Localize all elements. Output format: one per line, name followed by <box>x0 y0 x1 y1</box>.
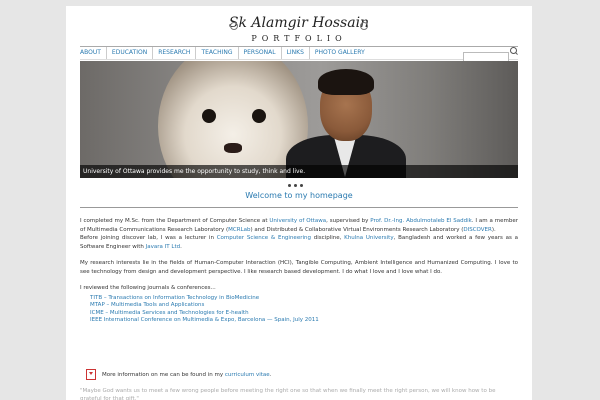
search-icon[interactable] <box>510 47 517 54</box>
journal-item[interactable]: ICME – Multimedia Services and Technolog… <box>90 310 518 318</box>
slide-caption: University of Ottawa provides me the opp… <box>80 165 518 178</box>
nav-item-photo-gallery[interactable]: PHOTO GALLERY <box>310 47 370 59</box>
text: Before joining discover lab, I was a lec… <box>80 235 217 241</box>
journal-item[interactable]: MTAP – Multimedia Tools and Applications <box>90 302 518 310</box>
cv-line: More information on me can be found in m… <box>86 369 271 380</box>
animal-nose <box>224 143 242 153</box>
page-container: Sk Alamgir Hossain PORTFOLIO ABOUT EDUCA… <box>66 6 532 400</box>
nav-item-about[interactable]: ABOUT <box>80 47 107 59</box>
text: discipline, <box>310 235 345 241</box>
site-brand[interactable]: Sk Alamgir Hossain PORTFOLIO <box>66 14 532 45</box>
slider-pagination <box>288 184 303 187</box>
link-mcrlab[interactable]: MCRLab <box>228 227 250 233</box>
text: , supervised by <box>326 218 371 224</box>
text: ). <box>491 226 496 233</box>
link-university-of-ottawa[interactable]: University of Ottawa <box>269 218 326 224</box>
nav-item-teaching[interactable]: TEACHING <box>196 47 239 59</box>
ornament-right-icon <box>360 22 368 30</box>
link-discover[interactable]: DISCOVER <box>463 227 491 233</box>
quote-text: "Maybe God wants us to meet a few wrong … <box>80 388 496 400</box>
intro-content: I completed my M.Sc. from the Department… <box>80 217 518 325</box>
site-title[interactable]: Sk Alamgir Hossain <box>66 14 532 32</box>
intro-paragraph-1: I completed my M.Sc. from the Department… <box>80 217 518 251</box>
nav-item-research[interactable]: RESEARCH <box>153 47 197 59</box>
link-javara[interactable]: Javara IT Ltd <box>146 244 180 250</box>
welcome-heading: Welcome to my homepage <box>245 191 353 200</box>
research-paragraph: My research interests lie in the fields … <box>80 260 518 275</box>
animal-eye <box>202 109 216 123</box>
nav-item-links[interactable]: LINKS <box>282 47 310 59</box>
text: ) and Distributed & Collaborative Virtua… <box>250 226 464 233</box>
text: . <box>269 371 272 378</box>
cv-text: More information on me can be found in m… <box>102 372 271 378</box>
hero-slider[interactable]: University of Ottawa provides me the opp… <box>80 61 518 178</box>
slider-dot-active[interactable] <box>300 184 303 187</box>
text: I completed my M.Sc. from the Department… <box>80 218 270 224</box>
text: . <box>180 243 182 250</box>
text: More information on me can be found in m… <box>102 371 225 378</box>
download-pdf-icon[interactable] <box>86 369 96 380</box>
slider-dot[interactable] <box>294 184 297 187</box>
main-nav: ABOUT EDUCATION RESEARCH TEACHING PERSON… <box>80 43 518 62</box>
animal-eye <box>252 109 266 123</box>
cv-link[interactable]: curriculum vitae <box>225 372 270 378</box>
person-hair <box>318 69 374 95</box>
nav-item-personal[interactable]: PERSONAL <box>239 47 282 59</box>
journal-item[interactable]: IEEE International Conference on Multime… <box>90 317 518 325</box>
search-box <box>463 43 518 62</box>
nav-item-education[interactable]: EDUCATION <box>107 47 154 59</box>
link-cse[interactable]: Computer Science & Engineering <box>217 235 311 241</box>
reviewed-paragraph: I reviewed the following journals & conf… <box>80 285 216 291</box>
link-khulna-university[interactable]: Khulna University <box>344 235 393 241</box>
slider-dot[interactable] <box>288 184 291 187</box>
journal-item[interactable]: TITB – Transactions on Information Techn… <box>90 295 518 303</box>
journal-list: TITB – Transactions on Information Techn… <box>90 295 518 325</box>
ornament-left-icon <box>230 22 238 30</box>
divider <box>80 207 518 208</box>
link-supervisor[interactable]: Prof. Dr.-Ing. Abdulmotaleb El Saddik <box>370 218 472 224</box>
